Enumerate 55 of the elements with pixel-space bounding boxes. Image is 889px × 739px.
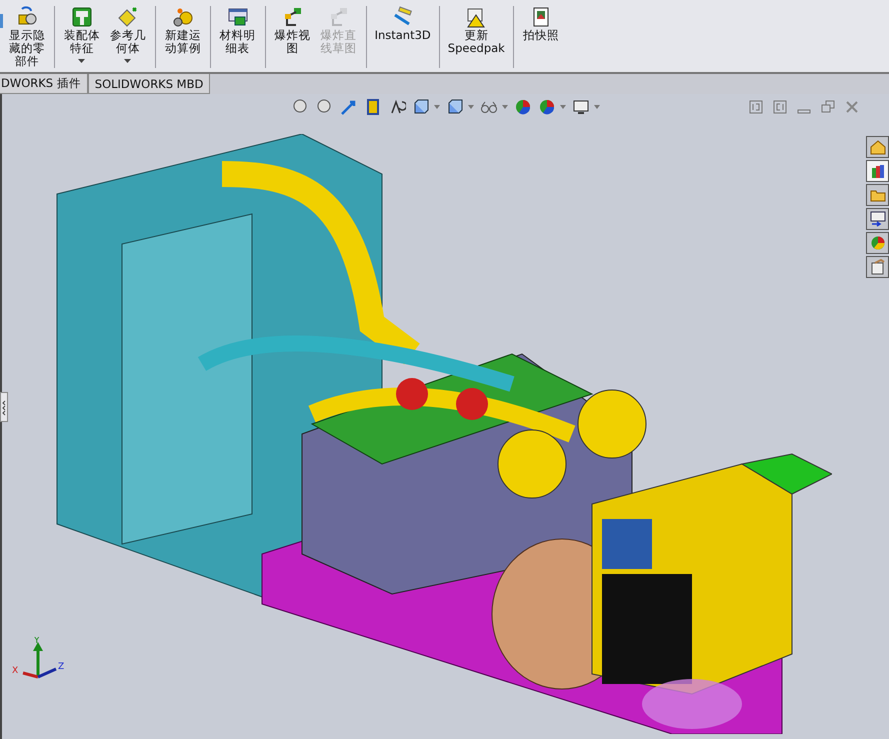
task-pane-tab[interactable] <box>866 256 889 278</box>
button-label: 装配体特征 <box>62 29 101 55</box>
note-icon <box>870 259 886 275</box>
axis-arrows-icon <box>22 642 57 678</box>
x-axis-label: X <box>12 666 18 676</box>
button-label: 拍快照 <box>522 29 560 42</box>
toolbar-edge-icon <box>0 14 3 28</box>
task-pane-tab[interactable] <box>866 184 889 206</box>
task-pane-tab[interactable] <box>866 160 889 182</box>
toolbar-button[interactable]: 爆炸视图 <box>270 6 315 55</box>
caret-icon[interactable] <box>560 105 566 109</box>
toolbar-button[interactable]: 装配体特征 <box>60 6 104 63</box>
tab[interactable]: DWORKS 插件 <box>0 74 88 94</box>
toolbar-button[interactable]: 材料明细表 <box>216 6 260 55</box>
panel-collapse-handle[interactable] <box>0 392 8 422</box>
button-label: 爆炸视图 <box>274 29 312 55</box>
color-ball-icon[interactable] <box>514 98 532 116</box>
toolbar-button[interactable]: 参考几何体 <box>106 6 150 63</box>
cube-icon[interactable] <box>412 98 430 116</box>
caret-icon[interactable] <box>468 105 474 109</box>
caret-icon <box>124 59 132 63</box>
button-label: 更新 Speedpak <box>448 29 505 55</box>
caret-icon[interactable] <box>434 105 440 109</box>
button-label: 爆炸直线草图 <box>320 29 358 55</box>
button-label: 新建运动算例 <box>164 29 202 55</box>
form-icon <box>870 211 886 227</box>
toolbar-button[interactable]: 新建运动算例 <box>160 6 205 55</box>
button-label: 显示隐藏的零部件 <box>8 29 46 68</box>
box-icon[interactable] <box>446 98 464 116</box>
task-pane-tab[interactable] <box>866 208 889 230</box>
bolt-block-icon <box>70 6 93 28</box>
table-icon <box>226 6 249 28</box>
monitor-icon[interactable] <box>572 98 590 116</box>
restore-icon[interactable] <box>821 100 835 114</box>
tile-left-icon[interactable] <box>749 100 763 114</box>
warning-sheet-icon <box>465 6 488 28</box>
toolbar-button[interactable]: 显示隐藏的零部件 <box>5 6 49 68</box>
z-axis-label: Z <box>58 662 64 672</box>
plane-star-icon <box>116 6 139 28</box>
tile-right-icon[interactable] <box>773 100 787 114</box>
caret-icon[interactable] <box>502 105 508 109</box>
button-label: Instant3D <box>374 29 431 42</box>
caret-icon[interactable] <box>594 105 600 109</box>
toolbar-button[interactable]: Instant3D <box>372 6 434 42</box>
toolbar-button[interactable]: 拍快照 <box>518 6 563 42</box>
tab[interactable]: SOLIDWORKS MBD <box>88 74 210 94</box>
toolbar-button[interactable]: 更新 Speedpak <box>444 6 508 55</box>
task-pane-tab[interactable] <box>866 232 889 254</box>
task-pane-tab[interactable] <box>866 136 889 158</box>
home-icon <box>870 139 886 155</box>
caret-icon <box>78 59 86 63</box>
button-label: 参考几何体 <box>108 29 147 55</box>
pointer-icon[interactable] <box>340 98 358 116</box>
button-label: 材料明细表 <box>218 29 257 55</box>
color-ball-icon <box>870 235 886 251</box>
